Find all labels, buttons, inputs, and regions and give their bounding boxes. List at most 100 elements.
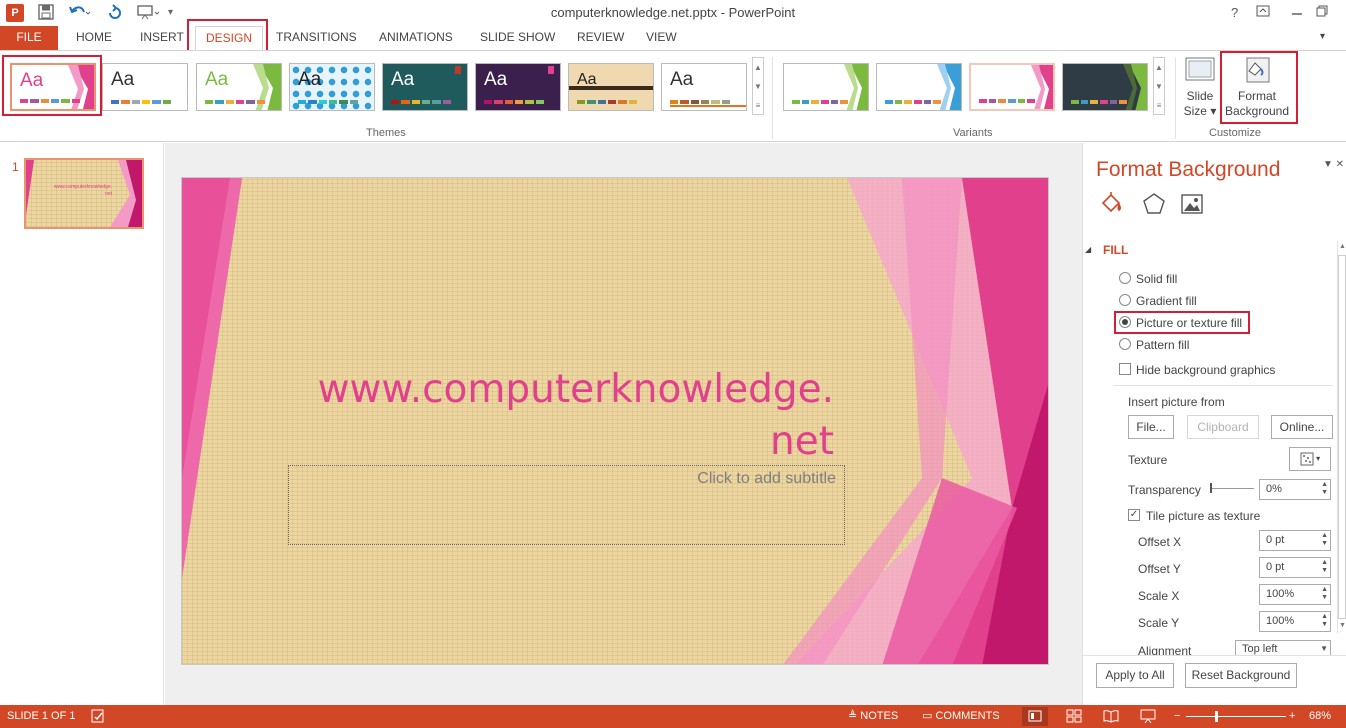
scroll-up-icon[interactable]: ▲ — [1339, 243, 1346, 250]
variant-dark[interactable] — [1062, 63, 1148, 111]
zoom-in-button[interactable]: + — [1289, 710, 1295, 723]
spinner-arrows-icon[interactable]: ▲ ▼ — [1321, 613, 1328, 629]
transparency-slider-track[interactable] — [1210, 488, 1254, 489]
slide-title[interactable]: www.computerknowledge. net — [274, 364, 834, 468]
hide-background-graphics-label[interactable]: Hide background graphics — [1136, 363, 1275, 377]
theme-facet-green[interactable]: Aa — [196, 63, 282, 111]
fill-section-header[interactable]: ◢ FILL — [1085, 243, 1128, 257]
ribbon-display-options-icon[interactable] — [1256, 4, 1270, 22]
insert-file-button[interactable]: File... — [1128, 415, 1174, 439]
normal-view-button[interactable] — [1022, 707, 1048, 726]
tab-review[interactable]: REVIEW — [571, 26, 630, 50]
slide-count-status[interactable]: SLIDE 1 OF 1 — [7, 710, 75, 723]
reading-view-button[interactable] — [1103, 708, 1119, 728]
spinner-arrows-icon[interactable]: ▲ ▼ — [1321, 481, 1328, 497]
slide-size-button[interactable]: Slide Size ▾ — [1180, 55, 1220, 119]
picture-icon[interactable] — [1179, 191, 1205, 217]
offset-y-input[interactable]: 0 pt ▲ ▼ — [1259, 557, 1331, 578]
transparency-slider-handle[interactable] — [1210, 483, 1212, 493]
effects-pentagon-icon[interactable] — [1141, 191, 1167, 217]
variant-green[interactable] — [783, 63, 869, 111]
tile-picture-checkbox[interactable]: ✓ — [1128, 509, 1140, 521]
transparency-input[interactable]: 0% ▲ ▼ — [1259, 479, 1331, 500]
tab-animations[interactable]: ANIMATIONS — [373, 26, 459, 50]
theme-ion-boardroom[interactable]: Aa — [475, 63, 561, 111]
spinner-arrows-icon[interactable]: ▲ ▼ — [1321, 532, 1328, 548]
theme-color-bars — [20, 99, 80, 103]
thumbnail-title: www.computerknowledge. net — [53, 184, 112, 197]
subtitle-placeholder[interactable]: Click to add subtitle — [288, 465, 845, 545]
insert-online-button[interactable]: Online... — [1271, 415, 1333, 439]
theme-office[interactable]: Aa — [102, 63, 188, 111]
texture-picker-dropdown[interactable]: ▾ — [1289, 447, 1331, 471]
notes-button[interactable]: ≜ NOTES — [848, 710, 898, 723]
hide-background-graphics-checkbox[interactable] — [1119, 363, 1131, 375]
tab-file[interactable]: FILE — [0, 26, 58, 50]
spelling-check-icon[interactable] — [90, 708, 106, 728]
zoom-slider-handle[interactable] — [1215, 711, 1218, 722]
apply-to-all-button[interactable]: Apply to All — [1096, 663, 1174, 688]
theme-color-bars — [484, 100, 544, 104]
variants-gallery-scroll[interactable]: ▲ ▼ ≡ — [1153, 57, 1165, 115]
variant-color-bars — [979, 99, 1036, 103]
tab-transitions[interactable]: TRANSITIONS — [270, 26, 363, 50]
solid-fill-radio[interactable] — [1119, 272, 1131, 284]
variant-blue[interactable] — [876, 63, 962, 111]
format-background-button[interactable]: Format Background — [1222, 55, 1292, 119]
theme-facet-pink[interactable]: Aa — [10, 63, 96, 111]
pattern-fill-radio[interactable] — [1119, 338, 1131, 350]
pane-scrollbar-thumb[interactable] — [1338, 255, 1346, 619]
spinner-arrows-icon[interactable]: ▲ ▼ — [1321, 559, 1328, 575]
picture-texture-fill-radio[interactable] — [1119, 316, 1131, 328]
title-bar: P ▾ computerknowledge.net.pptx - PowerPo… — [0, 0, 1346, 26]
theme-color-bars — [205, 100, 265, 104]
zoom-out-button[interactable]: − — [1174, 710, 1180, 723]
spinner-arrows-icon[interactable]: ▲ ▼ — [1321, 586, 1328, 602]
theme-sample-text: Aa — [298, 69, 322, 90]
dropdown-arrow-icon[interactable]: ▼ — [1320, 645, 1328, 653]
tile-picture-label[interactable]: Tile picture as texture — [1146, 509, 1260, 523]
theme-integral[interactable]: Aa — [289, 63, 375, 111]
minimize-icon[interactable] — [1291, 4, 1303, 22]
zoom-slider-track[interactable] — [1186, 716, 1286, 717]
comments-button[interactable]: ▭ COMMENTS — [922, 710, 1000, 723]
help-button[interactable]: ? — [1231, 4, 1238, 22]
slide-thumbnail[interactable]: www.computerknowledge. net — [24, 158, 144, 229]
themes-gallery-scroll[interactable]: ▲ ▼ ≡ — [752, 57, 764, 115]
slide-canvas[interactable]: www.computerknowledge. net Click to add … — [181, 177, 1049, 665]
theme-organic[interactable]: Aa — [568, 63, 654, 111]
scale-y-input[interactable]: 100% ▲ ▼ — [1259, 611, 1331, 632]
gradient-fill-label[interactable]: Gradient fill — [1136, 294, 1197, 308]
gradient-fill-radio[interactable] — [1119, 294, 1131, 306]
slide-sorter-button[interactable] — [1066, 708, 1082, 728]
theme-color-bars — [298, 100, 358, 104]
slideshow-view-button[interactable] — [1140, 708, 1156, 728]
offset-x-input[interactable]: 0 pt ▲ ▼ — [1259, 530, 1331, 551]
tab-view[interactable]: VIEW — [640, 26, 683, 50]
fill-bucket-icon[interactable] — [1099, 191, 1125, 217]
collapse-ribbon-icon[interactable]: ▾ — [1314, 26, 1331, 50]
solid-fill-label[interactable]: Solid fill — [1136, 272, 1177, 286]
theme-retrospect[interactable]: Aa — [661, 63, 747, 111]
reset-background-button[interactable]: Reset Background — [1185, 663, 1297, 688]
theme-ion[interactable]: Aa — [382, 63, 468, 111]
tab-insert[interactable]: INSERT — [134, 26, 190, 50]
subtitle-placeholder-text: Click to add subtitle — [697, 470, 836, 487]
scroll-down-icon[interactable]: ▼ — [1339, 622, 1346, 629]
pattern-fill-label[interactable]: Pattern fill — [1136, 338, 1189, 352]
picture-texture-fill-label[interactable]: Picture or texture fill — [1136, 316, 1242, 330]
pane-options-chevron-icon[interactable]: ▼ ✕ — [1323, 159, 1344, 170]
section-divider — [1113, 385, 1333, 386]
insert-picture-from-label: Insert picture from — [1128, 395, 1225, 409]
slide-title-line-1: www.computerknowledge. — [317, 367, 834, 412]
tab-design[interactable]: DESIGN — [195, 26, 263, 50]
tab-home[interactable]: HOME — [70, 26, 118, 50]
format-background-label-2: Background — [1224, 104, 1290, 118]
tab-slide-show[interactable]: SLIDE SHOW — [474, 26, 561, 50]
restore-icon[interactable] — [1316, 4, 1328, 22]
theme-underline — [670, 105, 746, 107]
zoom-level[interactable]: 68% — [1309, 710, 1331, 723]
scale-x-input[interactable]: 100% ▲ ▼ — [1259, 584, 1331, 605]
slide-size-label-2: Size ▾ — [1183, 104, 1217, 118]
variant-pink-selected[interactable] — [969, 63, 1055, 111]
